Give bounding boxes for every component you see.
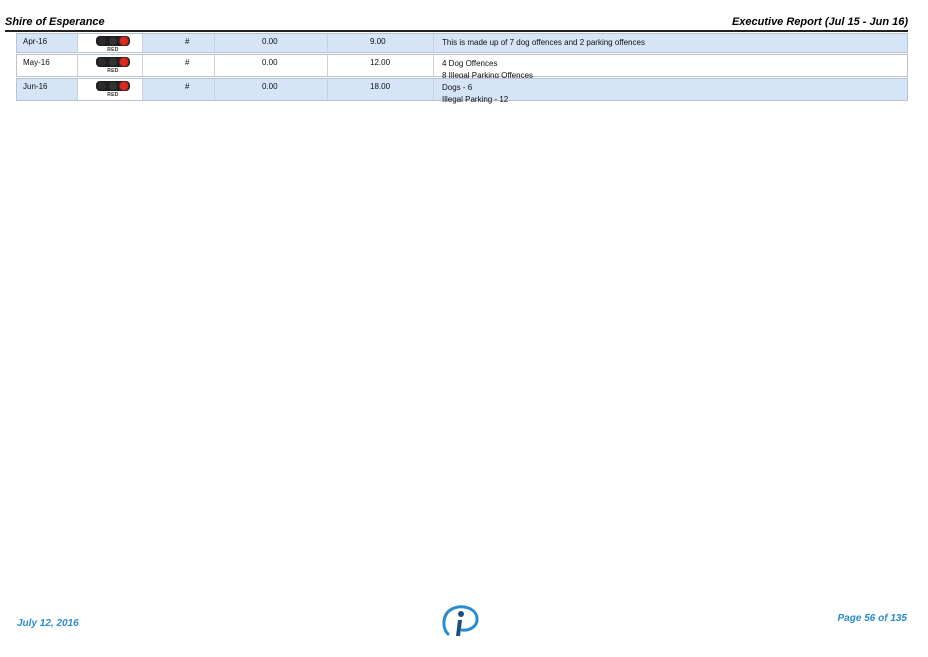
unit-cell: # — [185, 37, 190, 46]
red-lamp — [120, 82, 128, 90]
unit-cell: # — [185, 82, 190, 91]
column-divider — [214, 34, 215, 52]
green-lamp — [98, 58, 106, 66]
status-label: RED — [107, 92, 119, 98]
red-lamp — [120, 37, 128, 45]
actual-cell: 12.00 — [370, 58, 391, 67]
target-cell: 0.00 — [262, 58, 278, 67]
comment-line: Dogs - 6 — [442, 83, 473, 92]
comment-line: 4 Dog Offences — [442, 59, 498, 68]
column-divider — [433, 34, 434, 52]
table-row: Jun-16 RED # 0.00 18.00 Dogs - 6 Illegal… — [16, 78, 908, 104]
target-cell: 0.00 — [262, 37, 278, 46]
column-divider — [433, 55, 434, 76]
actual-cell: 18.00 — [370, 82, 391, 91]
comment-line: This is made up of 7 dog offences and 2 … — [442, 38, 645, 47]
unit-cell: # — [185, 58, 190, 67]
amber-lamp — [109, 58, 117, 66]
comment-cell: Dogs - 6 Illegal Parking - 12 — [442, 82, 508, 105]
comment-cell: This is made up of 7 dog offences and 2 … — [442, 37, 645, 49]
column-divider — [433, 79, 434, 100]
page-number: Page 56 of 135 — [837, 613, 907, 624]
column-divider — [327, 34, 328, 52]
status-label: RED — [107, 68, 119, 74]
column-divider — [214, 55, 215, 76]
column-divider — [214, 79, 215, 100]
org-name: Shire of Esperance — [5, 16, 105, 28]
status-cell: RED — [77, 34, 143, 53]
month-cell: May-16 — [23, 58, 50, 67]
report-date: July 12, 2016 — [17, 618, 79, 629]
header-divider — [5, 30, 908, 32]
kpi-table: Apr-16 RED # 0.00 9.00 This is made up o… — [16, 33, 908, 104]
table-row: May-16 RED # 0.00 12.00 4 Dog Offences 8… — [16, 54, 908, 80]
amber-lamp — [109, 37, 117, 45]
column-divider — [327, 79, 328, 100]
info-logo-icon — [442, 605, 479, 636]
table-row: Apr-16 RED # 0.00 9.00 This is made up o… — [16, 33, 908, 53]
red-lamp — [120, 58, 128, 66]
traffic-light-icon — [96, 36, 130, 46]
target-cell: 0.00 — [262, 82, 278, 91]
month-cell: Apr-16 — [23, 37, 48, 46]
amber-lamp — [109, 82, 117, 90]
report-title: Executive Report (Jul 15 - Jun 16) — [731, 16, 908, 28]
actual-cell: 9.00 — [370, 37, 386, 46]
status-label: RED — [107, 47, 119, 53]
month-cell: Jun-16 — [23, 82, 48, 91]
status-cell: RED — [77, 55, 143, 76]
traffic-light-icon — [96, 57, 130, 67]
status-cell: RED — [77, 79, 143, 100]
green-lamp — [98, 37, 106, 45]
traffic-light-icon — [96, 81, 130, 91]
green-lamp — [98, 82, 106, 90]
column-divider — [327, 55, 328, 76]
comment-line: Illegal Parking - 12 — [442, 94, 509, 104]
